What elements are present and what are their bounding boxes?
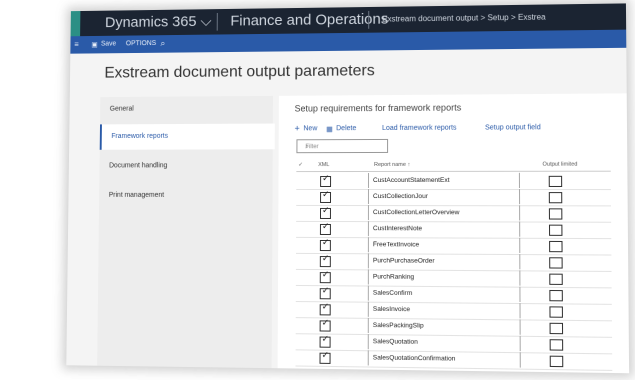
- nav-item-label: General: [109, 105, 134, 113]
- app-window: Dynamics 365 ⌵ Finance and Operations Ex…: [66, 3, 630, 374]
- nav-item-general[interactable]: General: [100, 96, 273, 123]
- report-name-text: SalesConfirm: [372, 289, 413, 297]
- report-name-text: PurchPurchaseOrder: [372, 257, 435, 265]
- xml-checkbox[interactable]: [319, 223, 331, 236]
- xml-checkbox[interactable]: [319, 304, 331, 316]
- main-panel: Setup requirements for framework reports…: [277, 93, 630, 374]
- column-header-output-limited[interactable]: Output limited: [542, 162, 577, 168]
- xml-checkbox[interactable]: [319, 272, 331, 284]
- report-name-cell[interactable]: PurchPurchaseOrder: [367, 253, 521, 270]
- report-name-cell[interactable]: SalesConfirm: [367, 285, 521, 303]
- output-limited-checkbox[interactable]: [549, 355, 564, 368]
- xml-checkbox[interactable]: [319, 320, 331, 332]
- report-name-text: SalesPackingSlip: [372, 321, 424, 330]
- delete-icon[interactable]: ▦: [326, 125, 333, 133]
- report-name-text: CustAccountStatementExt: [373, 176, 450, 184]
- screenshot-stage: Dynamics 365 ⌵ Finance and Operations Ex…: [0, 0, 635, 380]
- report-name-cell[interactable]: SalesInvoice: [367, 301, 521, 319]
- filter-input[interactable]: ⌕ Filter: [296, 138, 389, 154]
- xml-checkbox[interactable]: [320, 191, 332, 203]
- delete-button[interactable]: Delete: [336, 125, 356, 132]
- report-name-text: SalesQuotationConfirmation: [372, 354, 456, 363]
- column-header-xml[interactable]: XML: [318, 162, 329, 168]
- output-limited-checkbox[interactable]: [549, 273, 563, 285]
- output-limited-checkbox[interactable]: [549, 289, 563, 302]
- options-button[interactable]: OPTIONS: [126, 40, 156, 47]
- output-limited-checkbox[interactable]: [548, 192, 563, 204]
- table-row[interactable]: CustCollectionJour: [296, 188, 612, 207]
- section-subtitle: Setup requirements for framework reports: [294, 102, 462, 114]
- filter-placeholder: Filter: [305, 144, 319, 151]
- report-name-cell[interactable]: CustInterestNote: [367, 221, 521, 237]
- xml-checkbox[interactable]: [319, 288, 331, 300]
- report-name-text: SalesQuotation: [372, 338, 418, 346]
- nav-item-label: Framework reports: [111, 132, 169, 140]
- report-name-text: SalesInvoice: [372, 305, 411, 314]
- left-nav: General Framework reports Document handl…: [96, 95, 275, 374]
- save-button[interactable]: Save: [101, 41, 116, 48]
- grid-header: ✓ XML Report name ↑ Output limited: [296, 156, 611, 173]
- output-limited-checkbox[interactable]: [549, 322, 564, 335]
- report-name-text: PurchRanking: [372, 273, 415, 281]
- xml-checkbox[interactable]: [320, 176, 332, 187]
- output-limited-checkbox[interactable]: [548, 175, 563, 187]
- report-name-cell[interactable]: CustCollectionJour: [367, 189, 521, 205]
- report-name-text: FreeTextInvoice: [372, 241, 420, 249]
- save-icon[interactable]: ▣: [91, 41, 97, 49]
- column-header-report-name[interactable]: Report name ↑: [374, 162, 410, 168]
- report-name-cell[interactable]: PurchRanking: [367, 269, 521, 286]
- report-name-cell[interactable]: FreeTextInvoice: [367, 237, 521, 254]
- report-name-text: CustInterestNote: [372, 225, 423, 233]
- report-name-cell[interactable]: CustAccountStatementExt: [367, 172, 521, 189]
- navbar-separator: [368, 10, 370, 29]
- output-limited-checkbox[interactable]: [549, 240, 563, 253]
- hamburger-icon[interactable]: ≡: [74, 40, 79, 49]
- report-grid: ✓ XML Report name ↑ Output limited CustA…: [295, 156, 625, 371]
- module-name: Finance and Operations: [230, 10, 389, 30]
- nav-item-label: Document handling: [109, 162, 168, 170]
- nav-item-framework-reports[interactable]: Framework reports: [99, 123, 275, 150]
- report-name-text: CustCollectionLetterOverview: [372, 209, 460, 217]
- xml-checkbox[interactable]: [319, 336, 331, 348]
- output-limited-checkbox[interactable]: [548, 224, 563, 236]
- app-launcher-icon[interactable]: [70, 11, 81, 37]
- xml-checkbox[interactable]: [319, 352, 331, 364]
- app-name[interactable]: Dynamics 365 ⌵: [105, 13, 212, 31]
- page-title: Exstream document output parameters: [104, 62, 375, 82]
- new-button[interactable]: New: [303, 125, 317, 132]
- setup-output-field-button[interactable]: Setup output field: [485, 124, 541, 131]
- report-name-text: CustCollectionJour: [372, 193, 428, 201]
- xml-checkbox[interactable]: [319, 256, 331, 268]
- table-row[interactable]: SalesQuotationConfirmation: [295, 349, 613, 371]
- report-name-cell[interactable]: CustCollectionLetterOverview: [367, 205, 521, 221]
- nav-item-document-handling[interactable]: Document handling: [99, 153, 272, 179]
- report-name-cell[interactable]: SalesQuotationConfirmation: [367, 350, 521, 368]
- nav-item-label: Print management: [108, 191, 165, 199]
- breadcrumb[interactable]: Exstream document output > Setup > Exstr…: [382, 13, 546, 24]
- output-limited-checkbox[interactable]: [548, 208, 563, 220]
- report-name-cell[interactable]: SalesQuotation: [367, 334, 521, 352]
- select-all-check[interactable]: ✓: [298, 162, 303, 168]
- search-icon[interactable]: ⌕: [160, 38, 165, 49]
- output-limited-checkbox[interactable]: [549, 257, 563, 269]
- page-content: Exstream document output parameters Gene…: [66, 47, 630, 374]
- navbar-separator: [216, 13, 218, 31]
- load-framework-reports-button[interactable]: Load framework reports: [382, 125, 456, 132]
- xml-checkbox[interactable]: [319, 239, 331, 252]
- report-name-cell[interactable]: SalesPackingSlip: [367, 317, 521, 335]
- nav-item-print-management[interactable]: Print management: [99, 183, 273, 209]
- table-row[interactable]: CustAccountStatementExt: [296, 172, 611, 191]
- add-icon[interactable]: +: [295, 123, 300, 133]
- xml-checkbox[interactable]: [319, 207, 331, 219]
- output-limited-checkbox[interactable]: [549, 306, 563, 318]
- output-limited-checkbox[interactable]: [549, 339, 564, 351]
